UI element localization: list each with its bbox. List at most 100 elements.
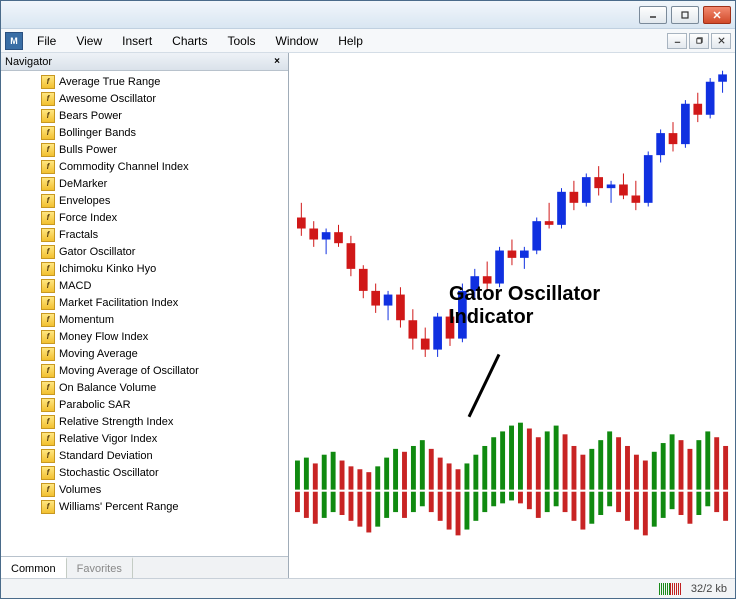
indicator-item[interactable]: f Volumes [1, 481, 288, 498]
navigator-tab-favorites[interactable]: Favorites [67, 557, 133, 578]
mdi-minimize-button[interactable] [667, 33, 687, 49]
indicator-label: DeMarker [59, 178, 107, 190]
indicator-icon: f [41, 262, 55, 276]
indicator-label: MACD [59, 280, 91, 292]
indicator-item[interactable]: f MACD [1, 277, 288, 294]
menu-tools[interactable]: Tools [218, 31, 266, 51]
indicator-item[interactable]: fAwesome Oscillator [1, 90, 288, 107]
indicator-label: Ichimoku Kinko Hyo [59, 263, 156, 275]
indicator-item[interactable]: fRelative Strength Index [1, 413, 288, 430]
indicator-item[interactable]: f Bulls Power [1, 141, 288, 158]
indicator-icon: f [41, 228, 55, 242]
navigator-title: Navigator [5, 56, 52, 68]
indicator-label: Relative Strength Index [59, 416, 173, 428]
indicator-label: Standard Deviation [59, 450, 153, 462]
indicator-item[interactable]: f Parabolic SAR [1, 396, 288, 413]
indicator-item[interactable]: f DeMarker [1, 175, 288, 192]
indicator-label: Market Facilitation Index [59, 297, 178, 309]
chart-area[interactable]: Gator Oscillator Indicator [289, 53, 735, 578]
statusbar: 32/2 kb [1, 578, 735, 598]
indicator-item[interactable]: f Ichimoku Kinko Hyo [1, 260, 288, 277]
menu-insert[interactable]: Insert [112, 31, 162, 51]
indicator-icon: f [41, 398, 55, 412]
navigator-tab-common[interactable]: Common [1, 557, 67, 578]
indicator-item[interactable]: f Market Facilitation Index [1, 294, 288, 311]
indicator-item[interactable]: f Standard Deviation [1, 447, 288, 464]
indicator-icon: f [41, 296, 55, 310]
indicator-label: Average True Range [59, 76, 160, 88]
indicator-item[interactable]: f Average True Range [1, 73, 288, 90]
indicator-icon: f [41, 364, 55, 378]
titlebar [1, 1, 735, 29]
indicator-icon: f [41, 330, 55, 344]
indicator-item[interactable]: f Momentum [1, 311, 288, 328]
window-close-button[interactable] [703, 6, 731, 24]
indicator-icon: f [41, 194, 55, 208]
menu-view[interactable]: View [66, 31, 112, 51]
indicator-label: Awesome Oscillator [59, 93, 156, 105]
indicator-label: Williams' Percent Range [59, 501, 178, 513]
indicator-label: Stochastic Oscillator [59, 467, 159, 479]
mdi-restore-button[interactable] [689, 33, 709, 49]
indicator-item[interactable]: fCommodity Channel Index [1, 158, 288, 175]
indicator-label: On Balance Volume [59, 382, 156, 394]
navigator-tabs: Common Favorites [1, 556, 288, 578]
annotation-line2: Indicator [449, 306, 600, 329]
indicator-label: Parabolic SAR [59, 399, 131, 411]
indicator-icon: f [41, 449, 55, 463]
navigator-close-button[interactable]: × [270, 55, 284, 69]
indicator-label: Bollinger Bands [59, 127, 136, 139]
indicator-label: Envelopes [59, 195, 110, 207]
indicator-item[interactable]: f On Balance Volume [1, 379, 288, 396]
main-window: M FileViewInsertChartsToolsWindowHelp Na… [0, 0, 736, 599]
indicator-item[interactable]: f Relative Vigor Index [1, 430, 288, 447]
navigator-tree[interactable]: fAverage True RangefAwesome OscillatorfB… [1, 71, 288, 556]
indicator-icon: f [41, 279, 55, 293]
indicator-icon: f [41, 432, 55, 446]
menu-file[interactable]: File [27, 31, 66, 51]
connection-status: 32/2 kb [691, 583, 727, 595]
indicator-label: Bulls Power [59, 144, 117, 156]
indicator-icon: f [41, 483, 55, 497]
indicator-label: Volumes [59, 484, 101, 496]
indicator-icon: f [41, 466, 55, 480]
menu-help[interactable]: Help [328, 31, 373, 51]
indicator-item[interactable]: f Fractals [1, 226, 288, 243]
indicator-item[interactable]: f Stochastic Oscillator [1, 464, 288, 481]
indicator-item[interactable]: fWilliams' Percent Range [1, 498, 288, 515]
indicator-icon: f [41, 109, 55, 123]
indicator-label: Moving Average [59, 348, 138, 360]
mdi-close-button[interactable] [711, 33, 731, 49]
navigator-header: Navigator × [1, 53, 288, 71]
indicator-label: Fractals [59, 229, 98, 241]
indicator-label: Money Flow Index [59, 331, 148, 343]
indicator-icon: f [41, 143, 55, 157]
workarea: Navigator × fAverage True RangefAwesome … [1, 53, 735, 578]
window-maximize-button[interactable] [671, 6, 699, 24]
indicator-label: Relative Vigor Index [59, 433, 157, 445]
indicator-item[interactable]: f Moving Average of Oscillator [1, 362, 288, 379]
indicator-label: Gator Oscillator [59, 246, 135, 258]
indicator-item[interactable]: f Money Flow Index [1, 328, 288, 345]
menubar: M FileViewInsertChartsToolsWindowHelp [1, 29, 735, 53]
indicator-label: Momentum [59, 314, 114, 326]
indicator-icon: f [41, 211, 55, 225]
indicator-icon: f [41, 313, 55, 327]
indicator-icon: f [41, 177, 55, 191]
indicator-icon: f [41, 75, 55, 89]
indicator-item[interactable]: fBears Power [1, 107, 288, 124]
chart-annotation: Gator Oscillator Indicator [449, 283, 600, 329]
indicator-item[interactable]: f Envelopes [1, 192, 288, 209]
indicator-item[interactable]: fMoving Average [1, 345, 288, 362]
indicator-item[interactable]: fForce Index [1, 209, 288, 226]
connection-icon [659, 583, 681, 595]
indicator-item[interactable]: f Bollinger Bands [1, 124, 288, 141]
menu-window[interactable]: Window [266, 31, 329, 51]
indicator-icon: f [41, 381, 55, 395]
indicator-item[interactable]: fGator Oscillator [1, 243, 288, 260]
window-minimize-button[interactable] [639, 6, 667, 24]
indicator-label: Moving Average of Oscillator [59, 365, 199, 377]
app-icon: M [5, 32, 23, 50]
menu-charts[interactable]: Charts [162, 31, 217, 51]
indicator-icon: f [41, 126, 55, 140]
